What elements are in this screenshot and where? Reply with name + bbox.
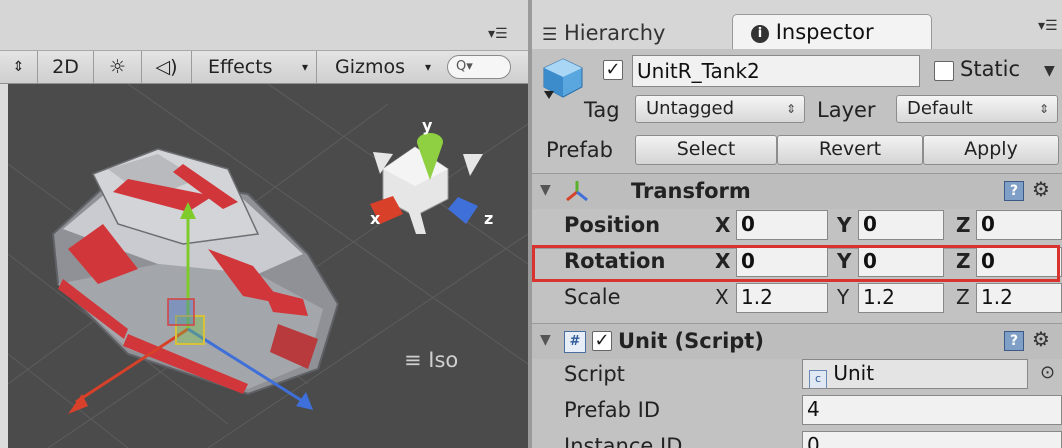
transform-axes-icon [564,178,590,204]
transform-header[interactable]: ▼ Transform ? ⚙ [532,173,1062,209]
info-icon: i [751,25,769,43]
unit-script-header[interactable]: ▼ # ✓ Unit (Script) ? ⚙ [532,323,1062,359]
prefab-revert-button[interactable]: Revert [777,135,923,165]
gizmo-y-label: y [422,116,433,135]
prefab-label: Prefab [546,138,613,162]
script-object-field[interactable]: c Unit [802,359,1028,389]
prefab-select-button[interactable]: Select [635,135,777,165]
instance-id-field[interactable]: 0 [802,431,1062,448]
axis-y-label: Y [837,285,850,309]
scene-canvas [8,84,528,448]
orientation-gizmo[interactable] [370,133,483,234]
scene-toolbar: ⇕ 2D ☼ ◁) Effects ▾ Gizmos ▾ Q▾ [0,50,528,84]
tag-label: Tag [584,98,620,122]
script-file-icon: c [809,370,827,388]
chevron-down-icon: ▾ [301,60,308,74]
scene-lighting-button[interactable]: ☼ [94,51,142,83]
scale-y-field[interactable]: 1.2 [858,283,944,313]
draw-mode-dropdown[interactable]: ⇕ [0,51,38,83]
projection-toggle[interactable]: ≡ Iso [404,348,458,372]
object-name-field[interactable]: UnitR_Tank2 [632,55,920,87]
effects-dropdown[interactable]: Effects ▾ [192,51,317,83]
panel-menu-icon[interactable]: ▾☰ [488,26,508,42]
gizmo-x-label: x [370,209,381,228]
scale-z-field[interactable]: 1.2 [976,283,1062,313]
tab-inspector[interactable]: i Inspector [732,14,932,50]
sun-icon: ☼ [108,56,127,78]
csharp-script-icon: # [564,331,586,353]
prefab-apply-button[interactable]: Apply [923,135,1059,165]
tab-hierarchy[interactable]: ☰ Hierarchy [542,16,665,50]
scene-tab-bar [0,0,528,50]
position-z-field[interactable]: 0 [976,210,1062,240]
scene-search-input[interactable]: Q▾ [447,55,511,79]
axis-z-label: Z [956,213,971,237]
list-icon: ☰ [542,25,558,45]
axis-x-label: X [715,213,731,237]
toggle-2d-label: 2D [52,56,79,78]
scale-label: Scale [564,285,621,309]
gizmos-label: Gizmos [335,56,406,78]
active-checkbox[interactable]: ✓ [603,60,623,80]
scene-view: ▾☰ ⇕ 2D ☼ ◁) Effects ▾ Gizmos ▾ Q▾ y x z… [0,0,528,448]
speaker-icon: ◁) [155,56,178,78]
layer-label: Layer [817,98,876,122]
tag-value: Untagged [646,98,735,119]
scale-x-field[interactable]: 1.2 [736,283,828,313]
tag-dropdown[interactable]: Untagged ⇕ [635,95,805,123]
inspector-panel: ☰ Hierarchy i Inspector ▾☰ ✓ UnitR_Tank2… [532,0,1062,448]
help-book-icon[interactable]: ? [1004,331,1024,351]
fold-triangle-icon: ▼ [540,332,551,348]
static-checkbox[interactable] [934,61,954,81]
position-x-field[interactable]: 0 [736,210,828,240]
axis-y-label: Y [837,213,852,237]
script-enabled-checkbox[interactable]: ✓ [592,331,612,351]
layer-dropdown[interactable]: Default ⇕ [896,95,1058,123]
chevron-down-icon: ▾ [424,60,431,74]
gameobject-cube-icon [540,55,586,101]
axis-x-label: X [715,285,729,309]
layer-value: Default [907,98,973,119]
axis-z-label: Z [956,285,970,309]
rotation-highlight-box [532,245,1060,282]
unit-script-title: Unit (Script) [618,329,764,353]
instance-id-label: Instance ID [564,434,683,448]
position-y-field[interactable]: 0 [858,210,944,240]
script-label: Script [564,362,625,386]
projection-label: Iso [428,348,459,372]
effects-label: Effects [208,56,273,78]
tank-model[interactable] [51,148,340,396]
scene-audio-button[interactable]: ◁) [142,51,192,83]
panel-options-icon[interactable]: ▾☰ [1038,18,1058,34]
chevron-updown-icon: ⇕ [785,102,796,116]
static-dropdown-arrow[interactable]: ▼ [1044,63,1055,79]
chevron-updown-icon: ⇕ [1038,102,1049,116]
gizmo-z-label: z [484,209,494,228]
prefab-id-label: Prefab ID [564,398,661,422]
help-book-icon[interactable]: ? [1004,181,1024,201]
object-picker-icon[interactable]: ⊙ [1040,362,1055,383]
scene-viewport[interactable]: y x z ≡ Iso [8,84,528,448]
position-label: Position [564,213,661,237]
static-label: Static [960,57,1021,81]
transform-title: Transform [631,179,751,203]
script-value: Unit [833,361,875,385]
panel-tab-strip: ☰ Hierarchy i Inspector ▾☰ [532,0,1062,50]
toggle-2d-button[interactable]: 2D [38,51,94,83]
gizmos-dropdown[interactable]: Gizmos ▾ [317,51,439,83]
tab-hierarchy-label: Hierarchy [563,21,666,45]
gear-icon[interactable]: ⚙ [1032,177,1050,201]
gear-icon[interactable]: ⚙ [1032,327,1050,351]
tab-inspector-label: Inspector [775,20,874,44]
fold-triangle-icon: ▼ [540,182,551,198]
prefab-id-field[interactable]: 4 [802,395,1062,425]
